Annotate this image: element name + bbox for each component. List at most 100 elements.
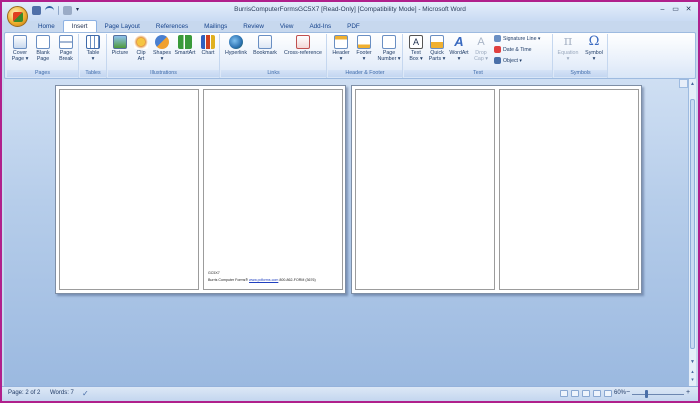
cover-page-label: Cover Page ▾ bbox=[11, 50, 29, 62]
zoom-slider-thumb[interactable] bbox=[645, 390, 648, 398]
page-count[interactable]: Page: 2 of 2 bbox=[8, 390, 40, 396]
office-button[interactable] bbox=[7, 6, 28, 27]
wordart-label: WordArt ▾ bbox=[449, 50, 469, 62]
draft-view-icon[interactable] bbox=[604, 390, 612, 397]
text-group-label: Text bbox=[404, 70, 552, 77]
symbol-button[interactable]: Ω Symbol ▾ bbox=[582, 34, 606, 63]
cover-page-icon bbox=[13, 35, 27, 49]
ribbon: Cover Page ▾ Blank Page Page Break Pages… bbox=[4, 32, 696, 79]
document-page-1[interactable]: GC5X7 Burris Computer Forms® www.pdforms… bbox=[55, 85, 346, 294]
vertical-scrollbar[interactable]: ▲ ▼ ▴ ▾ bbox=[688, 79, 696, 386]
picture-button[interactable]: Picture bbox=[109, 35, 131, 56]
smartart-icon bbox=[178, 35, 192, 49]
drop-cap-label: Drop Cap ▾ bbox=[474, 50, 488, 62]
symbols-group-label: Symbols bbox=[554, 70, 607, 77]
minimize-icon[interactable]: – bbox=[657, 4, 668, 15]
clip-art-label: Clip Art bbox=[136, 50, 146, 62]
illustrations-group-label: Illustrations bbox=[108, 70, 219, 77]
quick-parts-label: Quick Parts ▾ bbox=[428, 50, 446, 62]
header-label: Header ▾ bbox=[332, 50, 350, 62]
table-button[interactable]: Table ▾ bbox=[83, 35, 103, 62]
scroll-down-icon[interactable]: ▼ bbox=[689, 359, 696, 366]
window-title: BurrisComputerFormsGC5X7 [Read-Only] [Co… bbox=[234, 6, 466, 13]
footer-button[interactable]: Footer ▾ bbox=[353, 35, 375, 62]
print-layout-view-icon[interactable] bbox=[560, 390, 568, 397]
omega-icon: Ω bbox=[588, 34, 600, 49]
text-box-button[interactable]: A Text Box ▾ bbox=[406, 35, 426, 62]
web-layout-view-icon[interactable] bbox=[582, 390, 590, 397]
blank-page-icon bbox=[36, 35, 50, 49]
pages-group: Cover Page ▾ Blank Page Page Break Pages bbox=[7, 34, 79, 78]
hyperlink-icon bbox=[229, 35, 243, 49]
smartart-label: SmartArt bbox=[174, 50, 196, 56]
shapes-button[interactable]: Shapes ▾ bbox=[152, 35, 172, 62]
hyperlink-button[interactable]: Hyperlink bbox=[223, 35, 249, 56]
table-label: Table ▾ bbox=[86, 50, 100, 62]
blank-page-button[interactable]: Blank Page bbox=[33, 35, 53, 62]
header-button[interactable]: Header ▾ bbox=[330, 35, 352, 62]
date-time-label: Date & Time bbox=[503, 46, 532, 53]
zoom-slider[interactable] bbox=[632, 394, 684, 395]
cross-reference-label: Cross-reference bbox=[284, 50, 322, 56]
wordart-icon: A bbox=[454, 34, 464, 49]
scroll-thumb[interactable] bbox=[690, 99, 695, 349]
quick-parts-button[interactable]: Quick Parts ▾ bbox=[427, 35, 447, 62]
document-page-2[interactable] bbox=[351, 85, 642, 294]
full-screen-reading-view-icon[interactable] bbox=[571, 390, 579, 397]
smartart-button[interactable]: SmartArt bbox=[173, 35, 197, 56]
header-icon bbox=[334, 35, 348, 49]
header-footer-group-label: Header & Footer bbox=[328, 70, 402, 77]
picture-label: Picture bbox=[111, 50, 129, 56]
maximize-icon[interactable]: ▭ bbox=[670, 4, 681, 15]
quick-parts-icon bbox=[430, 35, 444, 49]
zoom-level[interactable]: 60% bbox=[614, 390, 626, 396]
bookmark-button[interactable]: Bookmark bbox=[251, 35, 279, 56]
page-break-button[interactable]: Page Break bbox=[56, 35, 76, 62]
wordart-button[interactable]: A WordArt ▾ bbox=[448, 34, 470, 63]
close-icon[interactable]: ✕ bbox=[683, 4, 694, 15]
bookmark-icon bbox=[258, 35, 272, 49]
chart-button[interactable]: Chart bbox=[198, 35, 218, 56]
footer-line: Burris Computer Forms® www.pdforms.com 8… bbox=[208, 278, 316, 283]
text-group: A Text Box ▾ Quick Parts ▾ A WordArt ▾ A Dr… bbox=[404, 34, 553, 78]
illustrations-group: Picture Clip Art Shapes ▾ SmartArt Chart… bbox=[108, 34, 220, 78]
proofing-icon[interactable]: ✓ bbox=[82, 389, 89, 398]
chart-icon bbox=[201, 35, 215, 49]
outline-view-icon[interactable] bbox=[593, 390, 601, 397]
equation-button[interactable]: π Equation ▾ bbox=[556, 34, 580, 63]
clip-art-button[interactable]: Clip Art bbox=[132, 35, 150, 62]
footer-link[interactable]: www.pdforms.com bbox=[249, 278, 278, 282]
previous-page-icon[interactable]: ▴ bbox=[689, 369, 696, 376]
fold-panel bbox=[355, 89, 495, 290]
drop-cap-button[interactable]: A Drop Cap ▾ bbox=[471, 35, 491, 62]
hyperlink-label: Hyperlink bbox=[224, 50, 248, 56]
cross-reference-button[interactable]: Cross-reference bbox=[281, 35, 325, 56]
zoom-in-icon[interactable]: + bbox=[686, 389, 690, 396]
clip-art-icon bbox=[134, 35, 148, 49]
pi-icon: π bbox=[563, 34, 573, 49]
form-code-text: GC5X7 bbox=[208, 271, 220, 275]
scroll-up-icon[interactable]: ▲ bbox=[689, 81, 696, 88]
symbols-group: π Equation ▾ Ω Symbol ▾ Symbols bbox=[554, 34, 608, 78]
shapes-label: Shapes ▾ bbox=[153, 50, 171, 62]
links-group: Hyperlink Bookmark Cross-reference Links bbox=[221, 34, 327, 78]
date-time-button[interactable]: Date & Time bbox=[494, 46, 532, 53]
links-group-label: Links bbox=[221, 70, 326, 77]
page-number-button[interactable]: Page Number ▾ bbox=[376, 35, 402, 62]
word-count[interactable]: Words: 7 bbox=[50, 390, 74, 396]
document-area[interactable]: GC5X7 Burris Computer Forms® www.pdforms… bbox=[4, 79, 688, 386]
fold-panel: GC5X7 Burris Computer Forms® www.pdforms… bbox=[203, 89, 343, 290]
view-ruler-button[interactable] bbox=[679, 79, 688, 88]
object-button[interactable]: Object ▾ bbox=[494, 57, 522, 64]
next-page-icon[interactable]: ▾ bbox=[689, 377, 696, 384]
tables-group-label: Tables bbox=[80, 70, 106, 77]
signature-line-button[interactable]: Signature Line ▾ bbox=[494, 35, 541, 42]
page-number-icon bbox=[382, 35, 396, 49]
zoom-out-icon[interactable]: − bbox=[626, 389, 630, 396]
blank-page-label: Blank Page bbox=[36, 50, 50, 62]
cover-page-button[interactable]: Cover Page ▾ bbox=[10, 35, 30, 62]
app-window: ▾ BurrisComputerFormsGC5X7 [Read-Only] [… bbox=[0, 0, 700, 403]
symbol-label: Symbol ▾ bbox=[585, 50, 603, 62]
footer-icon bbox=[357, 35, 371, 49]
signature-line-icon bbox=[494, 35, 501, 42]
